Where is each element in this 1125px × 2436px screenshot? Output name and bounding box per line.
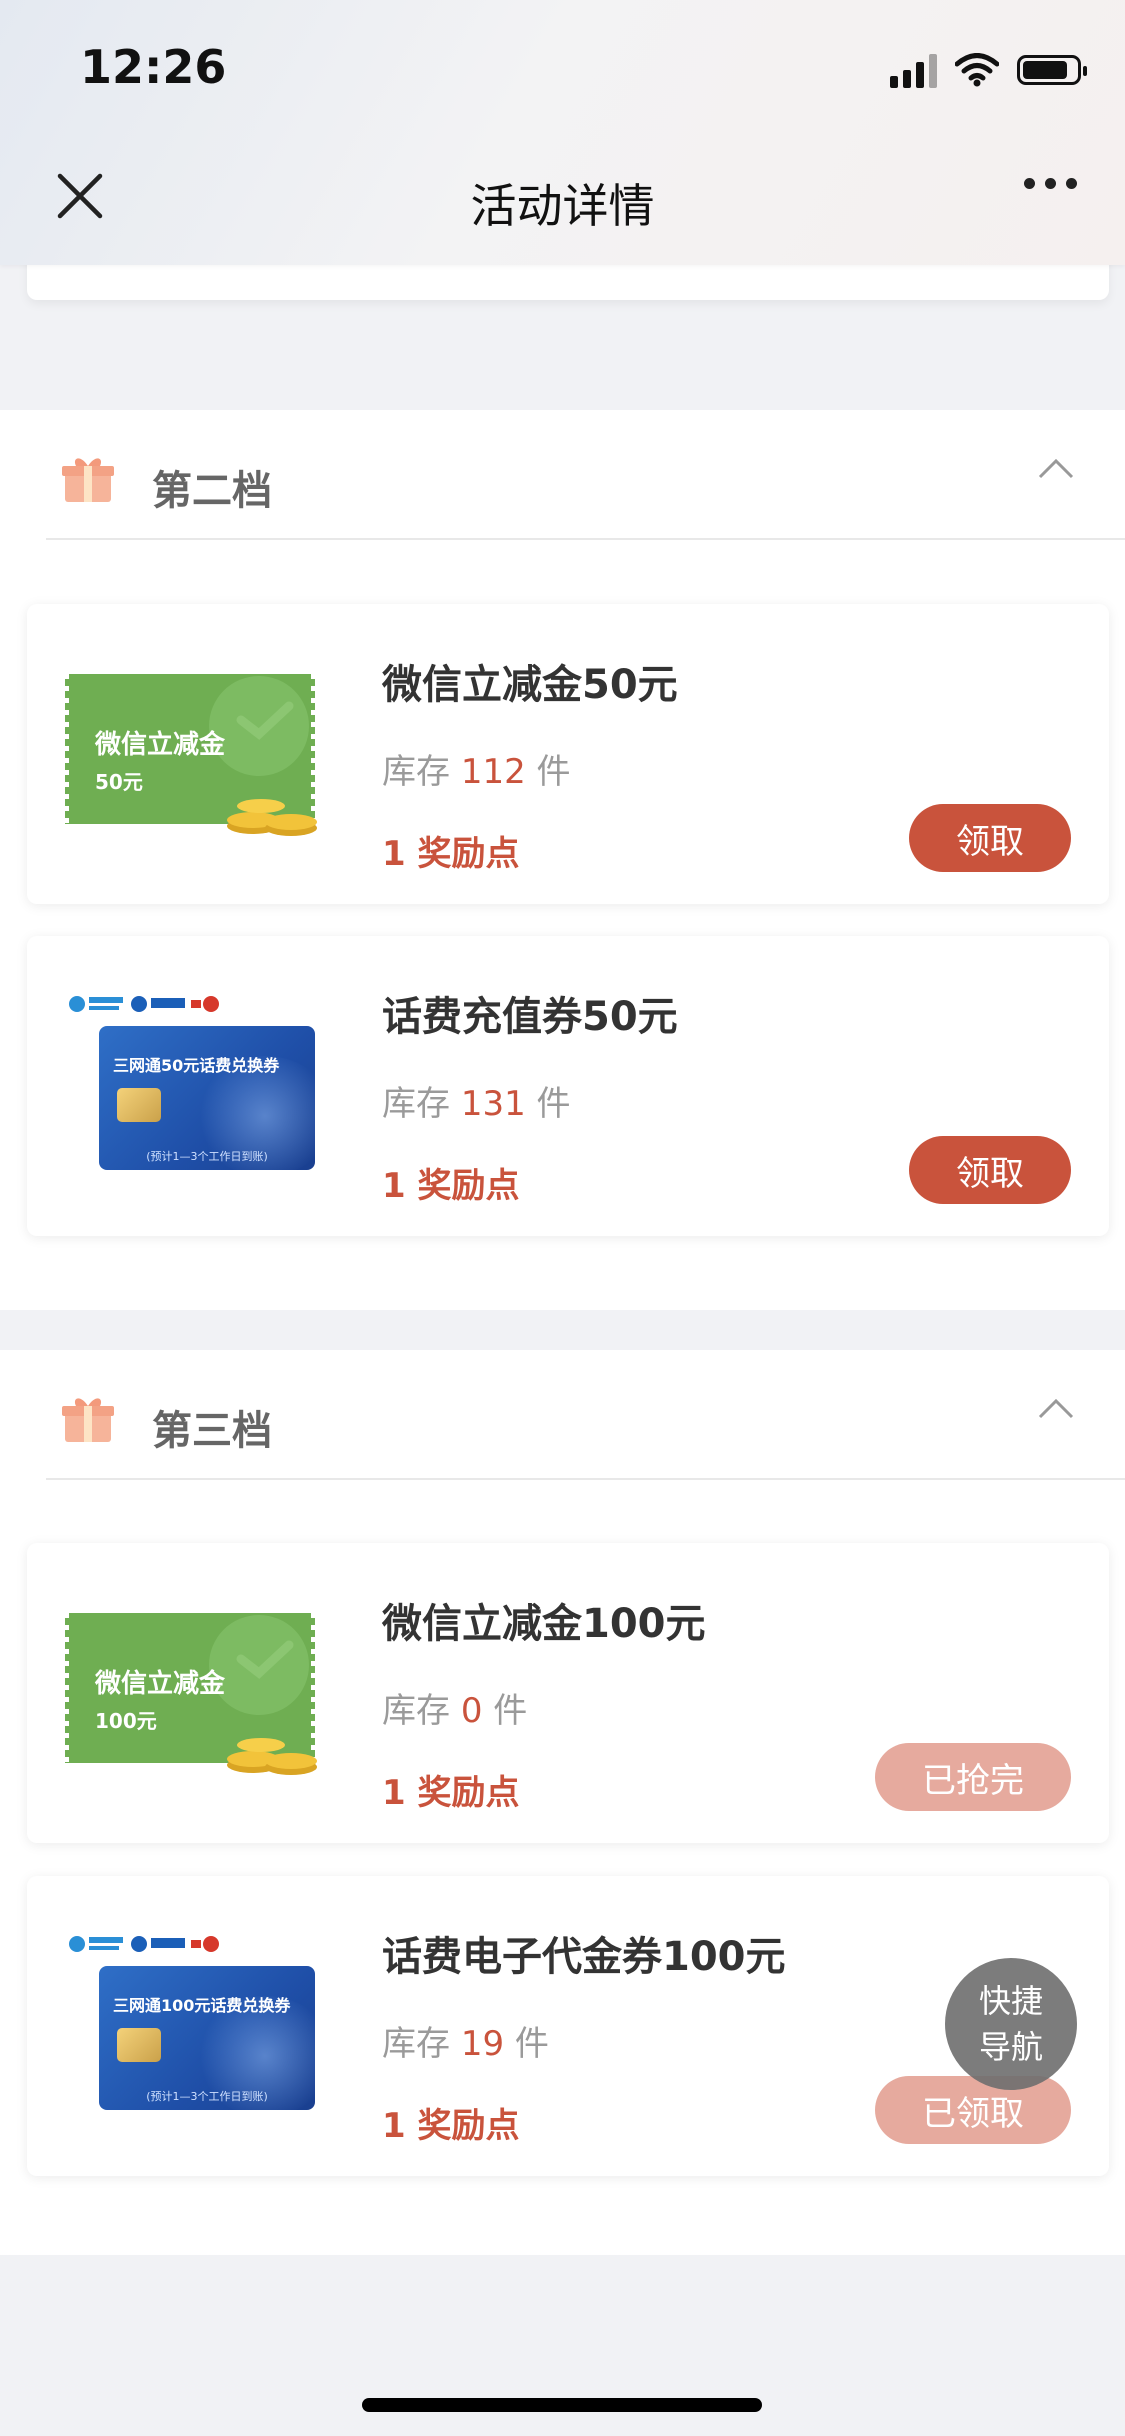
status-time: 12:26 [80, 40, 227, 94]
tier-header[interactable]: 第三档 [0, 1350, 1125, 1480]
claimed-button[interactable]: 已领取 [875, 2076, 1071, 2144]
points-cost: 1 奖励点 [382, 1773, 520, 1813]
page-title: 活动详情 [470, 179, 655, 233]
points-cost: 1 奖励点 [382, 834, 520, 874]
stock-text: 库存 131 件 [382, 1084, 571, 1124]
quick-nav-button[interactable]: 快捷 导航 [945, 1958, 1077, 2090]
tier-name: 第二档 [152, 468, 272, 514]
stock-text: 库存 112 件 [382, 752, 571, 792]
wifi-icon [955, 53, 999, 87]
chevron-up-icon[interactable] [1037, 456, 1075, 480]
cellular-signal-icon [890, 52, 937, 88]
battery-icon [1017, 55, 1087, 85]
item-name: 话费充值券50元 [382, 994, 678, 1040]
claim-button[interactable]: 领取 [909, 804, 1071, 872]
more-options-icon[interactable] [1024, 178, 1077, 189]
coins-icon [227, 1738, 317, 1775]
phone-voucher-image: 三网通100元话费兑换券 (预计1—3个工作日到账) [99, 1966, 315, 2110]
stock-text: 库存 19 件 [382, 2024, 549, 2064]
divider [46, 1478, 1125, 1480]
sold-out-button[interactable]: 已抢完 [875, 1743, 1071, 1811]
points-cost: 1 奖励点 [382, 2106, 520, 2146]
points-cost: 1 奖励点 [382, 1166, 520, 1206]
item-name: 微信立减金50元 [382, 662, 678, 708]
item-name: 话费电子代金券100元 [382, 1934, 786, 1980]
reward-card: 微信立减金 50元 微信立减金50元 库存 112 件 1 奖励点 领取 [27, 604, 1109, 904]
wechat-voucher-image: 微信立减金 50元 [61, 674, 319, 836]
section-gap [0, 1316, 1125, 1350]
chevron-up-icon[interactable] [1037, 1396, 1075, 1420]
reward-card: 微信立减金 100元 微信立减金100元 库存 0 件 1 奖励点 已抢完 [27, 1543, 1109, 1843]
divider [46, 538, 1125, 540]
tier-name: 第三档 [152, 1408, 272, 1454]
phone-voucher-image: 三网通50元话费兑换券 (预计1—3个工作日到账) [99, 1026, 315, 1170]
reward-card: 三网通50元话费兑换券 (预计1—3个工作日到账) 话费充值券50元 库存 13… [27, 936, 1109, 1236]
gift-icon [62, 1398, 114, 1442]
gift-icon [62, 458, 114, 502]
coins-icon [227, 799, 317, 836]
tier-header[interactable]: 第二档 [0, 410, 1125, 540]
carrier-logos-icon [69, 1936, 219, 1952]
top-bar: 12:26 活动详情 [0, 0, 1125, 265]
wechat-voucher-image: 微信立减金 100元 [61, 1613, 319, 1775]
claim-button[interactable]: 领取 [909, 1136, 1071, 1204]
carrier-logos-icon [69, 996, 219, 1012]
status-icons [890, 50, 1087, 90]
home-indicator[interactable] [362, 2398, 762, 2412]
stock-text: 库存 0 件 [382, 1691, 528, 1731]
item-name: 微信立减金100元 [382, 1601, 706, 1647]
